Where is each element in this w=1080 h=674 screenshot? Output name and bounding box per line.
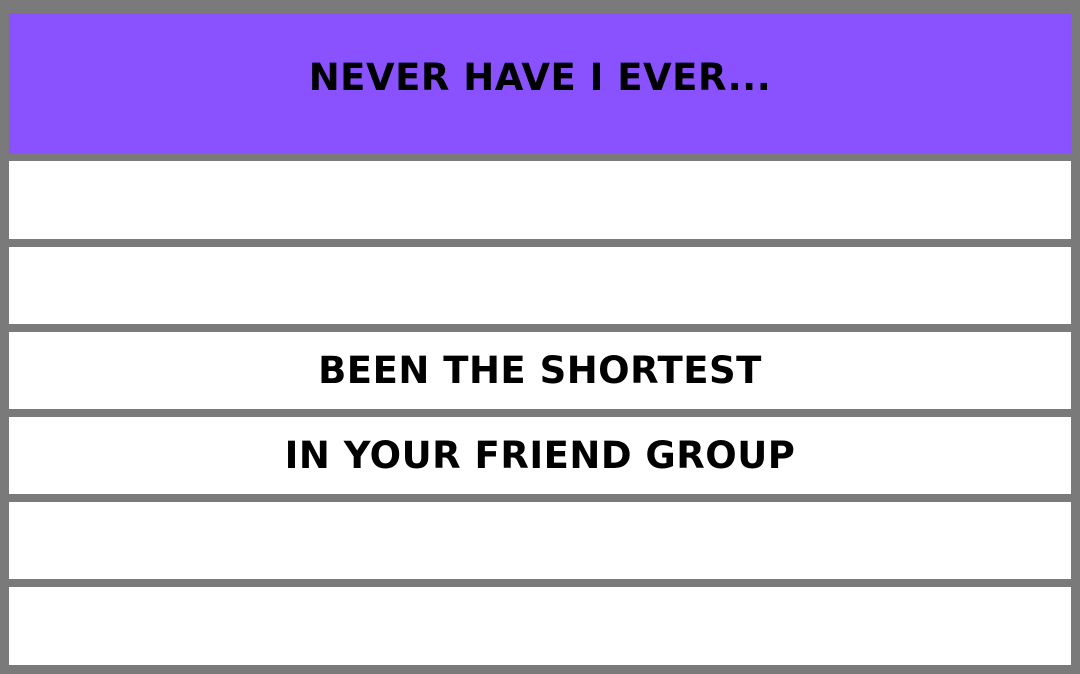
line-row-4: IN YOUR FRIEND GROUP [9,417,1071,494]
card-header: NEVER HAVE I EVER... [9,13,1071,154]
line-row-3: BEEN THE SHORTEST [9,332,1071,409]
never-have-i-ever-card: NEVER HAVE I EVER... BEEN THE SHORTEST I… [0,0,1080,674]
line-row-6 [9,587,1071,665]
line-row-1 [9,161,1071,239]
line-row-5 [9,502,1071,579]
card-title: NEVER HAVE I EVER... [308,56,772,99]
line-text-4: IN YOUR FRIEND GROUP [284,434,796,477]
line-row-2 [9,247,1071,324]
line-text-3: BEEN THE SHORTEST [318,349,762,392]
